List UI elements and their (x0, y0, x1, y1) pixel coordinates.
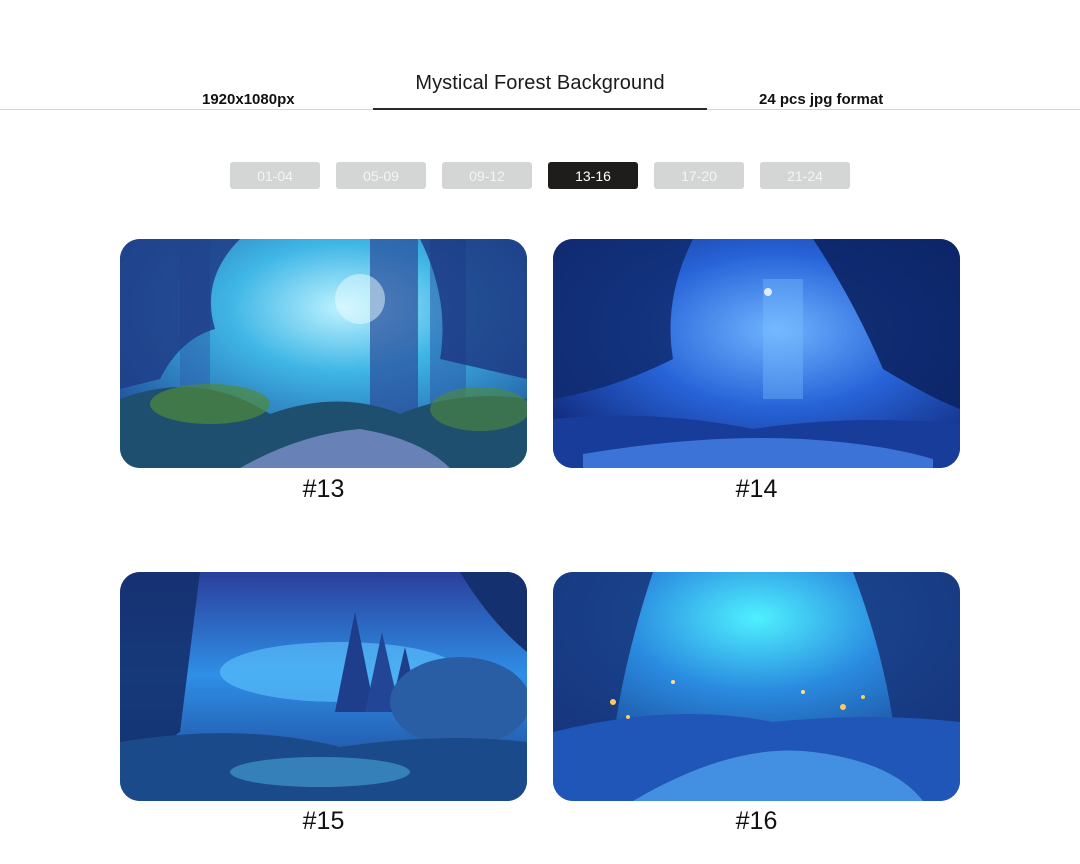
header: 1920x1080px Mystical Forest Background 2… (0, 0, 1080, 112)
caption-13: #13 (302, 475, 345, 503)
tab-13-16[interactable]: 13-16 (548, 162, 638, 189)
page-title: Mystical Forest Background (415, 72, 665, 94)
forest-path-image (120, 239, 527, 468)
gallery-image-14[interactable] (553, 239, 960, 468)
tab-01-04[interactable]: 01-04 (230, 162, 320, 189)
caption-14: #14 (735, 475, 778, 503)
firefly-river-image (553, 572, 960, 801)
forest-stream-image (553, 239, 960, 468)
tab-17-20[interactable]: 17-20 (654, 162, 744, 189)
caption-15: #15 (302, 807, 345, 835)
resolution-label: 1920x1080px (202, 91, 295, 108)
gallery-image-15[interactable] (120, 572, 527, 801)
tab-21-24[interactable]: 21-24 (760, 162, 850, 189)
gallery-image-13[interactable] (120, 239, 527, 468)
gallery-image-16[interactable] (553, 572, 960, 801)
format-label: 24 pcs jpg format (759, 91, 884, 108)
tab-09-12[interactable]: 09-12 (442, 162, 532, 189)
caption-16: #16 (735, 807, 778, 835)
title-underline (373, 108, 707, 110)
night-sky-forest-image (120, 572, 527, 801)
tab-05-09[interactable]: 05-09 (336, 162, 426, 189)
